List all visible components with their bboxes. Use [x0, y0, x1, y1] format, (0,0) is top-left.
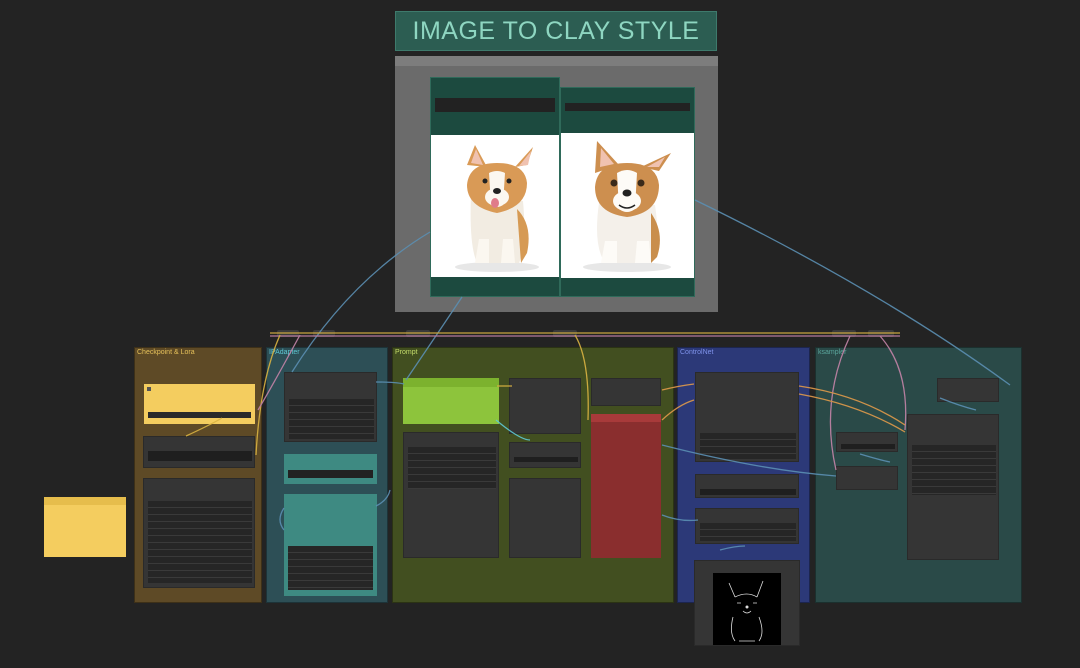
compare-group-titlebar: [395, 56, 718, 66]
lora-widget[interactable]: [148, 451, 252, 461]
vae-decode-node[interactable]: [937, 378, 999, 402]
group-title: Prompt: [395, 349, 418, 356]
ksampler-widgets[interactable]: [912, 445, 996, 495]
group-ksampler[interactable]: ksampler: [815, 347, 1022, 603]
checkpoint-widget[interactable]: [148, 412, 251, 418]
group-title: ControlNet: [680, 349, 714, 356]
lineart-preview-node[interactable]: [694, 560, 800, 646]
corgi-photo-icon: [455, 145, 539, 272]
checkpoint-loader-node[interactable]: [144, 384, 255, 424]
group-prompt[interactable]: Prompt: [392, 347, 674, 603]
prompt-text-widget[interactable]: [408, 447, 496, 489]
group-title: Checkpoint & Lora: [137, 349, 195, 356]
source-image-preview: [431, 135, 559, 277]
negative-prompt-node[interactable]: [591, 414, 661, 558]
positive-prompt-node[interactable]: [403, 378, 499, 424]
prompt-text-node[interactable]: [403, 432, 499, 558]
text-concat-node[interactable]: [509, 478, 581, 558]
controlnet-widgets[interactable]: [700, 433, 796, 459]
vision-widgets[interactable]: [288, 546, 373, 590]
clip-vision-node[interactable]: [284, 494, 377, 596]
image-compare-group[interactable]: [395, 56, 718, 312]
reroute-node[interactable]: [313, 330, 335, 337]
preprocessor-widgets[interactable]: [700, 523, 796, 541]
ipadapter-widgets[interactable]: [289, 399, 374, 439]
ksampler-node[interactable]: [907, 414, 999, 560]
corgi-lineart-icon: [728, 580, 764, 642]
clip-encode-node[interactable]: [509, 378, 581, 434]
ipadapter-node[interactable]: [284, 372, 377, 442]
clay-output-node[interactable]: [560, 87, 695, 297]
conditioning-node[interactable]: [509, 442, 581, 468]
ipadapter-loader-node[interactable]: [284, 454, 377, 484]
preprocessor-node[interactable]: [695, 508, 799, 544]
group-title: ksampler: [818, 349, 847, 356]
reroute-node[interactable]: [277, 330, 299, 337]
image-node-widget[interactable]: [435, 98, 555, 112]
lineart-preview-image: [713, 573, 781, 645]
group-ipadapter[interactable]: IPAdapter: [266, 347, 388, 603]
controlnet-apply-node[interactable]: [695, 372, 799, 462]
reroute-node[interactable]: [832, 330, 856, 337]
reroute-node[interactable]: [868, 330, 894, 337]
latent-widget[interactable]: [841, 444, 895, 449]
controlnet-model-widget[interactable]: [700, 489, 796, 495]
reroute-node[interactable]: [406, 330, 430, 337]
output-node-widget[interactable]: [565, 103, 690, 111]
group-title: IPAdapter: [269, 349, 300, 356]
collapse-dot-icon[interactable]: [147, 387, 151, 391]
text-widget-area[interactable]: [148, 501, 252, 583]
workflow-title: IMAGE TO CLAY STYLE: [395, 11, 717, 51]
loader-widget[interactable]: [288, 470, 373, 478]
string-node[interactable]: [591, 378, 661, 406]
reroute-node[interactable]: [553, 330, 577, 337]
conditioning-widget[interactable]: [514, 457, 578, 462]
note-node[interactable]: [44, 497, 126, 557]
lora-loader-node[interactable]: [143, 436, 255, 468]
load-image-node[interactable]: [430, 77, 560, 297]
empty-latent-node[interactable]: [836, 432, 898, 452]
result-image-preview: [561, 133, 694, 278]
clip-text-node[interactable]: [143, 478, 255, 588]
group-checkpoint-lora[interactable]: Checkpoint & Lora: [134, 347, 262, 603]
controlnet-loader-node[interactable]: [695, 474, 799, 498]
corgi-clay-icon: [583, 141, 671, 272]
vae-encode-node[interactable]: [836, 466, 898, 490]
